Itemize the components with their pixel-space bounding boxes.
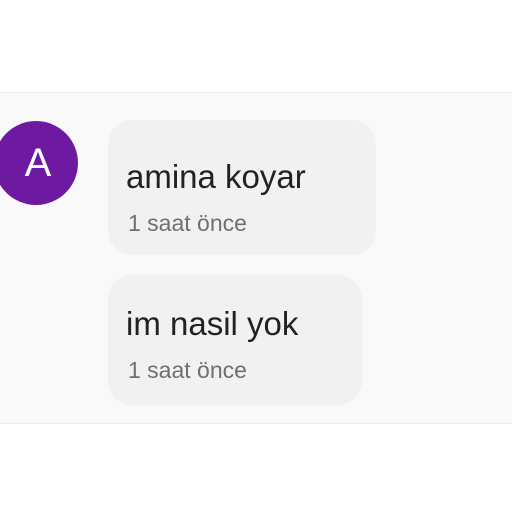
message-bubble[interactable]: im nasil yok 1 saat önce [108,275,362,405]
avatar-letter: A [24,140,52,185]
chat-screen: A amina koyar 1 saat önce im nasil yok 1… [0,0,512,512]
message-bubble[interactable]: amina koyar 1 saat önce [108,120,376,255]
message-timestamp: 1 saat önce [128,357,247,383]
message-text: amina koyar [126,158,306,195]
message-timestamp: 1 saat önce [128,210,247,236]
message-text: im nasil yok [126,305,299,342]
